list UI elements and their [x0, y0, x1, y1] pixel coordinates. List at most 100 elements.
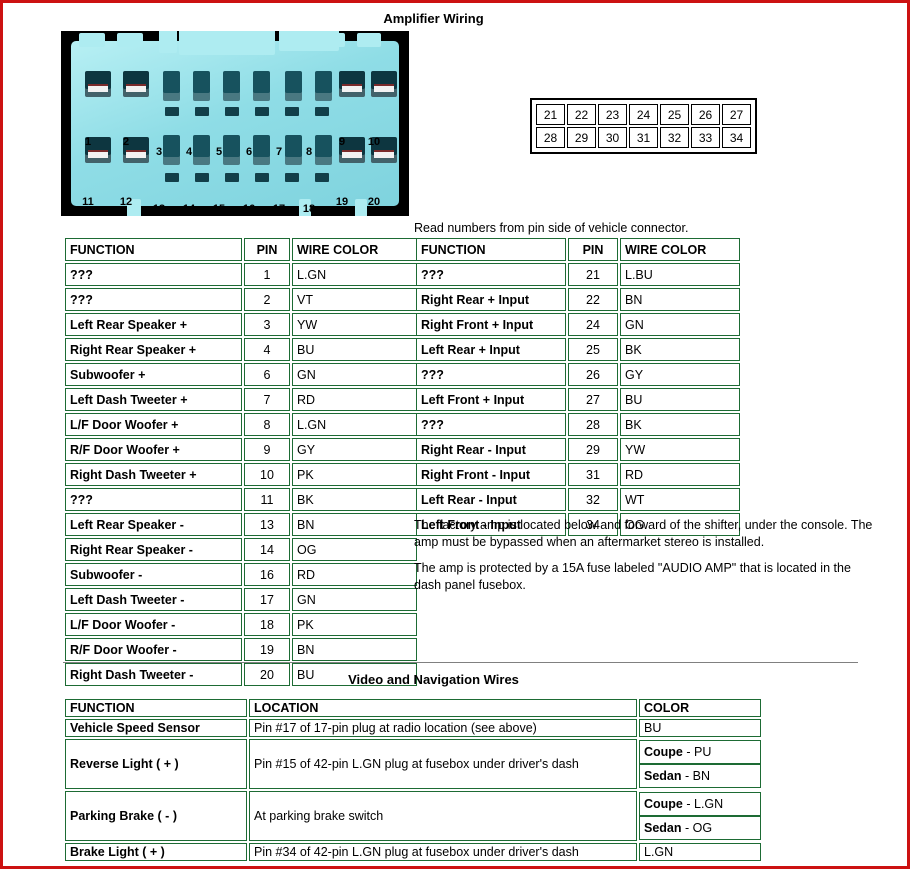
polarity-sign: + [138, 367, 146, 382]
function-cell: L/F Door Woofer - [65, 613, 242, 636]
column-header: FUNCTION [65, 238, 242, 261]
pin-grid-row: 21 22 23 24 25 26 27 [536, 104, 751, 125]
connector-tab [357, 33, 381, 47]
polarity-sign: - [179, 517, 184, 532]
function-cell: Left Rear + Input [416, 338, 566, 361]
pin-grid-row: 28 29 30 31 32 33 34 [536, 127, 751, 148]
function-cell: Left Dash Tweeter - [65, 588, 242, 611]
table-header-row: FUNCTION PIN WIRE COLOR [65, 238, 417, 261]
location-cell: Pin #17 of 17-pin plug at radio location… [249, 719, 637, 737]
pin-cell: 24 [568, 313, 618, 336]
function-cell: ??? [416, 263, 566, 286]
function-cell: Right Rear - Input [416, 438, 566, 461]
column-header: LOCATION [249, 699, 637, 717]
pin-grid-cell: 26 [691, 104, 720, 125]
polarity-sign: - [171, 617, 176, 632]
table-row: Right Rear - Input 29 YW [416, 438, 740, 461]
connector-pin-number: 11 [82, 196, 94, 208]
pin-cell: 2 [244, 288, 290, 311]
table-row: Subwoofer +6 GN [65, 363, 417, 386]
pin-cell: 9 [244, 438, 290, 461]
wire-color-cell: BK [620, 413, 740, 436]
wire-color-cell: GY [620, 363, 740, 386]
wire-color-cell: L.BU [620, 263, 740, 286]
pin-number-grid: 21 22 23 24 25 26 27 28 29 30 31 32 33 34 [530, 98, 757, 154]
pin-grid-cell: 23 [598, 104, 627, 125]
body-style-label: Sedan [644, 821, 682, 835]
table-row: ??? 26 GY [416, 363, 740, 386]
pin-grid-cell: 34 [722, 127, 751, 148]
column-header: WIRE COLOR [620, 238, 740, 261]
wire-color-cell: GN [292, 588, 417, 611]
polarity-sign: + [179, 317, 188, 332]
connector-pin-number: 16 [242, 203, 256, 215]
table-row: ??? 1 L.GN [65, 263, 417, 286]
pin-cavity [85, 71, 111, 97]
column-header: PIN [244, 238, 290, 261]
connector-pin-number: 13 [152, 203, 166, 215]
function-cell: Subwoofer + [65, 363, 242, 386]
polarity-sign: + [189, 467, 197, 482]
column-header: FUNCTION [416, 238, 566, 261]
color-cell: Coupe - L.GN Sedan - OG [639, 791, 761, 841]
table-row: ??? 28 BK [416, 413, 740, 436]
connector-pin-number: 1 [84, 136, 92, 148]
color-cell: Coupe - PU Sedan - BN [639, 739, 761, 789]
table-row: Reverse Light ( + ) Pin #15 of 42-pin L.G… [65, 739, 761, 789]
pin-cell: 31 [568, 463, 618, 486]
connector-notch [62, 117, 71, 133]
function-cell: Right Dash Tweeter + [65, 463, 242, 486]
amplifier-right-wiring-table: FUNCTION PIN WIRE COLOR??? 21 L.BU Right Rear… [414, 236, 742, 538]
function-cell: Left Dash Tweeter + [65, 388, 242, 411]
table-row: Left Rear + Input 25 BK [416, 338, 740, 361]
video-navigation-table: FUNCTION LOCATION COLOR Vehicle Speed Senso… [63, 697, 763, 863]
section-divider [63, 662, 858, 663]
pin-cell: 25 [568, 338, 618, 361]
table-row: R/F Door Woofer +9 GY [65, 438, 417, 461]
wire-color-cell: RD [292, 388, 417, 411]
function-cell: Right Front + Input [416, 313, 566, 336]
connector-pin-number: 3 [155, 146, 163, 158]
connector-pin-number: 14 [182, 203, 196, 215]
table-row: Right Rear + Input 22 BN [416, 288, 740, 311]
table-row: ??? 21 L.BU [416, 263, 740, 286]
function-cell: ??? [416, 413, 566, 436]
function-cell: Subwoofer - [65, 563, 242, 586]
function-cell: ??? [65, 488, 242, 511]
table-row: Parking Brake ( - ) At parking brake swit… [65, 791, 761, 841]
table-row: Left Front + Input 27 BU [416, 388, 740, 411]
connector-pin-number: 5 [215, 146, 223, 158]
table-row: Vehicle Speed Sensor Pin #17 of 17-pin pl… [65, 719, 761, 737]
pin-grid-cell: 32 [660, 127, 689, 148]
table-row: L/F Door Woofer -18 PK [65, 613, 417, 636]
table-row: ??? 2 VT [65, 288, 417, 311]
pin-grid-cell: 25 [660, 104, 689, 125]
connector-pin-number: 19 [335, 196, 349, 208]
function-cell: Reverse Light ( + ) [65, 739, 247, 789]
wire-color-cell: GN [292, 363, 417, 386]
function-cell: ??? [416, 363, 566, 386]
table-row: ??? 11 BK [65, 488, 417, 511]
function-cell: ??? [65, 263, 242, 286]
pin-cell: 10 [244, 463, 290, 486]
polarity-sign: + [171, 417, 179, 432]
connector-tab [159, 31, 177, 53]
function-cell: Right Front - Input [416, 463, 566, 486]
wire-color-cell: BK [292, 488, 417, 511]
column-header: PIN [568, 238, 618, 261]
color-variant-row: Coupe - L.GN [639, 792, 761, 816]
connector-body [62, 31, 408, 216]
wire-color-cell: L.GN [292, 413, 417, 436]
pin-cavity [163, 71, 180, 101]
wire-color-cell: WT [620, 488, 740, 511]
pin-cavity [285, 71, 302, 101]
amplifier-wiring-title: Amplifier Wiring [383, 11, 484, 26]
connector-tab [79, 33, 105, 47]
function-cell: Right Rear + Input [416, 288, 566, 311]
table-header-row: FUNCTION LOCATION COLOR [65, 699, 761, 717]
connector-tab [117, 33, 143, 47]
pin-cell: 27 [568, 388, 618, 411]
body-style-label: Coupe [644, 745, 683, 759]
pin-grid-cell: 28 [536, 127, 565, 148]
wire-color-cell: BU [292, 338, 417, 361]
